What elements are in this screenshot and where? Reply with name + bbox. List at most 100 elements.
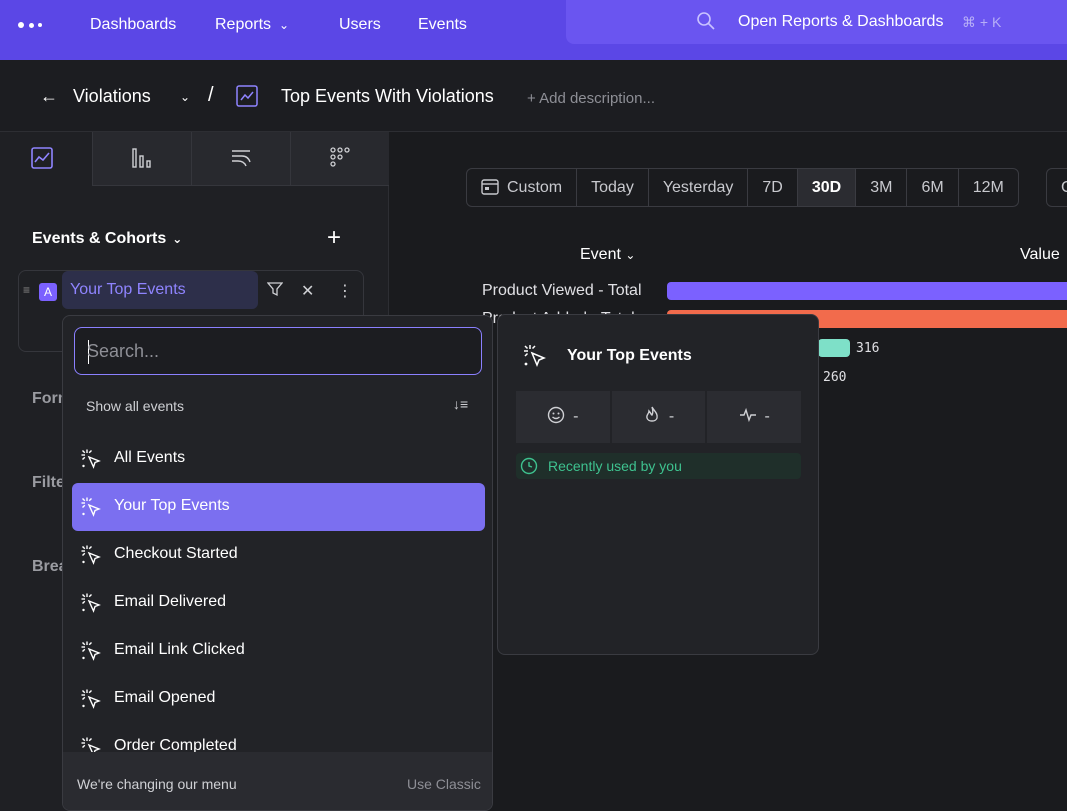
value-column-header[interactable]: Value [1020, 246, 1060, 264]
event-letter-badge: A [39, 283, 57, 301]
bar-row-3[interactable] [818, 339, 850, 357]
flows-icon [232, 150, 251, 167]
logo-icon[interactable] [18, 20, 48, 30]
date-7d[interactable]: 7D [748, 169, 798, 206]
add-description-link[interactable]: + Add description... [527, 90, 655, 107]
event-option-label: Email Opened [114, 689, 216, 706]
chevron-down-icon: ⌄ [279, 18, 290, 32]
tab-insights[interactable] [0, 132, 99, 186]
bar-chart-icon [132, 148, 151, 168]
nav-users[interactable]: Users [339, 16, 381, 34]
chevron-down-icon: ⌄ [172, 232, 183, 246]
recently-used-text: Recently used by you [548, 458, 682, 474]
date-today[interactable]: Today [577, 169, 649, 206]
back-arrow-icon[interactable]: ← [40, 86, 58, 107]
insights-report-icon [236, 85, 258, 107]
date-custom[interactable]: Custom [467, 169, 578, 206]
event-info-panel: Your Top Events - - - Recently used by y… [497, 314, 819, 655]
nav-events[interactable]: Events [418, 16, 467, 34]
event-option-label: Email Link Clicked [114, 641, 245, 658]
smiley-icon [547, 406, 565, 424]
page-title[interactable]: Top Events With Violations [281, 86, 494, 107]
tab-funnels[interactable] [92, 132, 191, 186]
show-all-events-toggle[interactable]: Show all events [86, 398, 184, 414]
event-selector[interactable]: Your Top Events [62, 271, 258, 309]
menu-change-notice: We're changing our menu [77, 776, 237, 792]
nav-dashboards[interactable]: Dashboards [90, 16, 176, 34]
nav-reports[interactable]: Reports ⌄ [215, 16, 289, 34]
tab-flows[interactable] [191, 132, 290, 186]
event-search-box[interactable] [74, 327, 482, 375]
date-3m[interactable]: 3M [856, 169, 908, 206]
date-yesterday[interactable]: Yesterday [649, 169, 749, 206]
date-12m[interactable]: 12M [959, 169, 1018, 206]
stat-activity-value: - [764, 408, 770, 425]
bar-product-viewed[interactable] [667, 282, 1067, 300]
drag-handle-icon[interactable]: ≡ [23, 283, 30, 297]
report-header: ← Violations ⌄ / Top Events With Violati… [0, 60, 1067, 132]
tab-retention[interactable] [290, 132, 389, 186]
calendar-icon [481, 179, 499, 195]
event-stats: - - - [516, 391, 802, 443]
events-cohorts-title[interactable]: Events & Cohorts ⌄ [32, 230, 182, 248]
event-option-email-delivered[interactable]: Email Delivered [72, 579, 485, 627]
info-panel-title: Your Top Events [567, 347, 692, 364]
search-icon [697, 12, 715, 30]
sparkle-cursor-icon [81, 449, 101, 469]
event-option-label: Email Delivered [114, 593, 227, 610]
event-option-email-link-clicked[interactable]: Email Link Clicked [72, 627, 485, 675]
row-label-product-viewed: Product Viewed - Total [482, 282, 642, 299]
event-option-label: Your Top Events [114, 497, 230, 514]
chevron-down-icon: ⌄ [625, 248, 636, 262]
events-cohorts-label: Events & Cohorts [32, 230, 167, 247]
event-search-input[interactable] [87, 338, 467, 364]
more-options-icon[interactable]: ⋮ [337, 281, 353, 301]
sparkle-cursor-icon [81, 641, 101, 661]
top-nav: Dashboards Reports ⌄ Users Events Open Re… [0, 0, 1067, 60]
sparkle-cursor-icon [81, 545, 101, 565]
event-option-email-opened[interactable]: Email Opened [72, 675, 485, 723]
stat-activity: - [707, 391, 802, 443]
event-column-header[interactable]: Event ⌄ [580, 246, 635, 264]
nav-reports-label: Reports [215, 16, 272, 33]
line-chart-icon [31, 147, 53, 169]
sparkle-cursor-icon [81, 689, 101, 709]
flame-icon [645, 406, 658, 422]
dropdown-footer: We're changing our menu Use Classic [63, 752, 492, 810]
date-custom-label: Custom [507, 179, 563, 196]
search-label: Open Reports & Dashboards [738, 13, 944, 30]
stat-popularity: - [611, 391, 706, 443]
event-column-label: Event [580, 246, 621, 263]
breadcrumb-violations[interactable]: Violations [73, 86, 151, 107]
bar-value-row-4: 260 [823, 370, 847, 385]
clock-icon [520, 457, 538, 475]
date-range-selector: Custom Today Yesterday 7D 30D 3M 6M 12M [466, 168, 1019, 207]
chevron-down-icon[interactable]: ⌄ [180, 90, 190, 104]
event-option-all-events[interactable]: All Events [72, 435, 485, 483]
event-option-label: All Events [114, 449, 186, 466]
event-option-checkout-started[interactable]: Checkout Started [72, 531, 485, 579]
sparkle-cursor-icon [81, 593, 101, 613]
use-classic-link[interactable]: Use Classic [407, 776, 481, 792]
stat-users: - [516, 391, 610, 443]
close-icon[interactable]: ✕ [301, 281, 314, 301]
sort-icon[interactable]: ↓≡ [453, 396, 468, 412]
activity-pulse-icon [739, 407, 756, 423]
report-type-tabs [0, 132, 389, 186]
shortcut-hint: ⌘ + K [962, 14, 1002, 30]
retention-grid-icon [330, 147, 350, 167]
bar-value-row-3: 316 [856, 341, 880, 356]
add-event-icon[interactable]: + [327, 224, 341, 252]
breadcrumb-separator: / [208, 84, 214, 106]
sparkle-cursor-icon [524, 345, 546, 367]
recently-used-badge: Recently used by you [516, 453, 801, 479]
sparkle-cursor-icon [81, 497, 101, 517]
filter-icon[interactable] [266, 281, 284, 302]
global-search-bar[interactable]: Open Reports & Dashboards ⌘ + K [566, 0, 1067, 44]
compare-button[interactable]: C [1046, 168, 1067, 207]
event-picker-dropdown: Show all events ↓≡ All Events Your Top Ev… [62, 315, 493, 811]
event-option-your-top-events[interactable]: Your Top Events [72, 483, 485, 531]
stat-popularity-value: - [668, 408, 675, 425]
date-6m[interactable]: 6M [907, 169, 959, 206]
date-30d[interactable]: 30D [797, 169, 857, 206]
